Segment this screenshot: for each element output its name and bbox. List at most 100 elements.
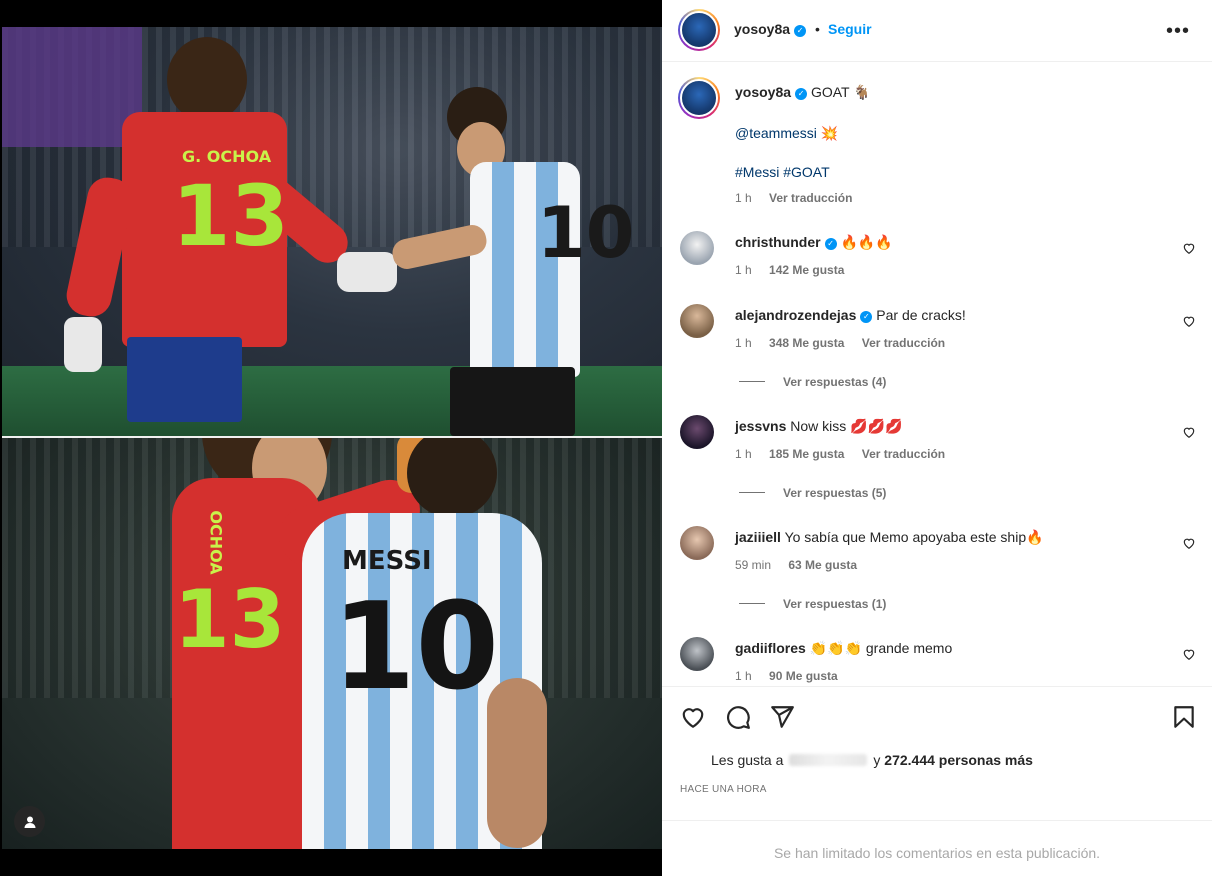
messi-number-back: 10 xyxy=(332,578,499,717)
comment-text: Par de cracks! xyxy=(876,307,966,323)
follow-button[interactable]: Seguir xyxy=(828,21,872,37)
comment-time[interactable]: 1 h xyxy=(735,669,752,683)
view-replies-label: Ver respuestas (5) xyxy=(783,486,887,500)
comment-translate-link[interactable]: Ver traducción xyxy=(862,336,945,350)
ochoa-glove-right xyxy=(337,252,397,292)
heart-icon[interactable] xyxy=(680,704,706,730)
author-username-text: yosoy8a xyxy=(734,21,791,37)
ochoa-number-side: 13 xyxy=(174,573,286,666)
comment-time[interactable]: 59 min xyxy=(735,558,771,572)
caption-mention-emoji: 💥 xyxy=(820,125,839,141)
post-photo[interactable]: G. OCHOA 13 10 OCHOA 13 MESSI 10 xyxy=(2,27,662,849)
ochoa-shorts xyxy=(127,337,242,422)
view-replies-button[interactable]: Ver respuestas (1) xyxy=(739,597,886,611)
comment-meta: 1 h 142 Me gusta xyxy=(735,263,858,277)
messi-name-back: MESSI xyxy=(342,546,432,576)
share-icon[interactable] xyxy=(769,704,795,730)
comment-likes[interactable]: 348 Me gusta xyxy=(769,336,844,350)
comment-likes[interactable]: 142 Me gusta xyxy=(769,263,844,277)
author-avatar[interactable] xyxy=(678,9,720,51)
comment-like-heart-icon[interactable] xyxy=(1182,536,1196,550)
caption-meta: 1 h Ver traducción xyxy=(735,191,866,205)
comment-time[interactable]: 1 h xyxy=(735,263,752,277)
likes-prefix: Les gusta a xyxy=(711,752,784,768)
comment-text: Now kiss 💋💋💋 xyxy=(790,418,903,434)
comment-line: alejandrozendejas ✓ Par de cracks! xyxy=(735,307,966,323)
messi-tattooed-arm xyxy=(487,678,547,848)
likes-summary[interactable]: Les gusta a y 272.444 personas más xyxy=(711,752,1033,768)
likes-count[interactable]: 272.444 personas más xyxy=(884,752,1033,768)
comment-like-heart-icon[interactable] xyxy=(1182,647,1196,661)
comment-meta: 1 h 185 Me gusta Ver traducción xyxy=(735,447,959,461)
comment-username[interactable]: gadiiflores xyxy=(735,640,806,656)
commenter-avatar[interactable] xyxy=(680,637,714,671)
comments-list[interactable]: yosoy8a ✓ GOAT 🐐 @teammessi 💥 #Messi #GOA… xyxy=(662,63,1212,686)
replies-dash xyxy=(739,492,765,493)
ellipsis-icon[interactable]: ••• xyxy=(1166,20,1190,43)
comment-meta: 1 h 90 Me gusta xyxy=(735,669,852,683)
bookmark-icon[interactable] xyxy=(1171,704,1197,730)
post-media: G. OCHOA 13 10 OCHOA 13 MESSI 10 xyxy=(0,0,662,876)
comment-like-heart-icon[interactable] xyxy=(1182,314,1196,328)
comment-time[interactable]: 1 h xyxy=(735,447,752,461)
commenter-avatar[interactable] xyxy=(680,526,714,560)
comment-text: 🔥🔥🔥 xyxy=(840,234,893,250)
caption-avatar[interactable] xyxy=(678,77,720,119)
comment-likes[interactable]: 90 Me gusta xyxy=(769,669,838,683)
comment-likes[interactable]: 185 Me gusta xyxy=(769,447,844,461)
verified-badge-icon: ✓ xyxy=(860,311,873,323)
caption-avatar-image xyxy=(680,79,718,117)
post-header: yosoy8a ✓ • Seguir ••• xyxy=(662,0,1212,62)
caption-hashtags-line: #Messi #GOAT xyxy=(735,164,830,180)
messi-shorts xyxy=(450,367,575,436)
comment-text: Yo sabía que Memo apoyaba este ship🔥 xyxy=(784,529,1044,545)
author-username[interactable]: yosoy8a ✓ xyxy=(734,21,807,37)
blurred-username xyxy=(789,754,868,766)
view-replies-button[interactable]: Ver respuestas (5) xyxy=(739,486,886,500)
verified-badge-icon: ✓ xyxy=(824,238,837,250)
caption-translate-link[interactable]: Ver traducción xyxy=(769,191,852,205)
comment-time[interactable]: 1 h xyxy=(735,336,752,350)
comment-username[interactable]: alejandrozendejas xyxy=(735,307,856,323)
caption-username[interactable]: yosoy8a xyxy=(735,84,791,100)
comments-limited-notice: Se han limitado los comentarios en esta … xyxy=(662,820,1212,876)
ochoa-glove-left xyxy=(64,317,102,372)
commenter-avatar[interactable] xyxy=(680,415,714,449)
stadium-banner xyxy=(2,27,142,147)
post-timestamp[interactable]: HACE UNA HORA xyxy=(680,784,767,795)
comment-username[interactable]: christhunder xyxy=(735,234,821,250)
post-sidebar: yosoy8a ✓ • Seguir ••• yosoy8a ✓ GOAT 🐐 @t… xyxy=(662,0,1212,876)
author-avatar-image xyxy=(680,11,718,49)
comment-like-heart-icon[interactable] xyxy=(1182,425,1196,439)
tagged-users-button[interactable] xyxy=(14,806,45,837)
comment-line: jessvns Now kiss 💋💋💋 xyxy=(735,418,902,435)
ochoa-name-side: OCHOA xyxy=(206,510,226,575)
caption-mention-link[interactable]: @teammessi xyxy=(735,125,817,141)
comment-translate-link[interactable]: Ver traducción xyxy=(862,447,945,461)
replies-dash xyxy=(739,381,765,382)
comment-likes[interactable]: 63 Me gusta xyxy=(788,558,857,572)
comment-line: christhunder ✓ 🔥🔥🔥 xyxy=(735,234,893,251)
comment-username[interactable]: jaziiiell xyxy=(735,529,781,545)
header-separator: • xyxy=(815,21,820,37)
post-actions: Les gusta a y 272.444 personas más HACE U… xyxy=(662,686,1212,820)
messi-jersey-number-top: 10 xyxy=(537,192,635,274)
caption-time[interactable]: 1 h xyxy=(735,191,752,205)
comment-meta: 59 min 63 Me gusta xyxy=(735,558,871,572)
comment-icon[interactable] xyxy=(725,704,751,730)
verified-badge-icon: ✓ xyxy=(794,25,807,37)
commenter-avatar[interactable] xyxy=(680,304,714,338)
comment-line: jaziiiell Yo sabía que Memo apoyaba este… xyxy=(735,529,1044,546)
caption-line: yosoy8a ✓ GOAT 🐐 xyxy=(735,84,871,101)
caption-text: GOAT 🐐 xyxy=(810,84,871,100)
user-tag-icon xyxy=(24,816,35,828)
comment-like-heart-icon[interactable] xyxy=(1182,241,1196,255)
photo-top-panel: G. OCHOA 13 10 xyxy=(2,27,662,436)
view-replies-label: Ver respuestas (1) xyxy=(783,597,887,611)
view-replies-button[interactable]: Ver respuestas (4) xyxy=(739,375,886,389)
caption-hashtags-link[interactable]: #Messi #GOAT xyxy=(735,164,830,180)
commenter-avatar[interactable] xyxy=(680,231,714,265)
view-replies-label: Ver respuestas (4) xyxy=(783,375,887,389)
caption-mention-line: @teammessi 💥 xyxy=(735,125,838,142)
comment-username[interactable]: jessvns xyxy=(735,418,786,434)
